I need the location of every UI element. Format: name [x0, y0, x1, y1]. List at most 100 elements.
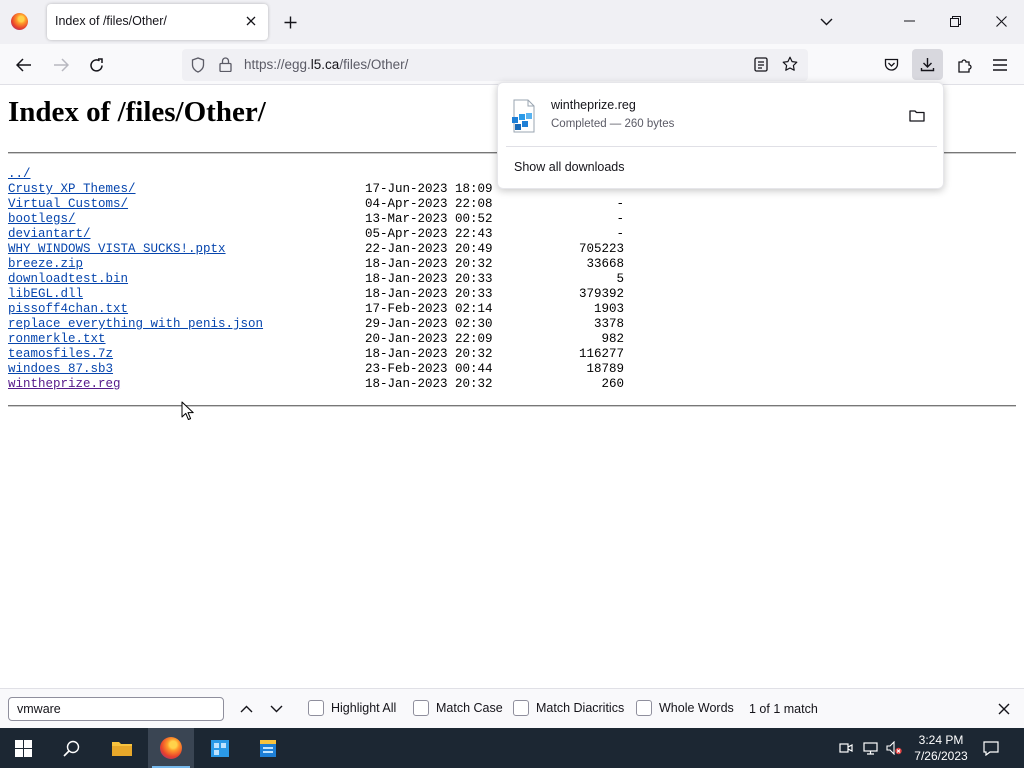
navigation-toolbar: https://egg.l5.ca/files/Other/	[0, 44, 1024, 85]
file-date: 23-Feb-2023 00:44	[365, 362, 493, 376]
file-link[interactable]: teamosfiles.7z	[8, 347, 113, 362]
show-all-downloads-button[interactable]: Show all downloads	[514, 160, 625, 174]
extensions-puzzle-icon[interactable]	[951, 52, 977, 78]
file-date: 17-Jun-2023 18:09	[365, 182, 493, 196]
meet-now-icon[interactable]	[838, 740, 854, 756]
file-link[interactable]: downloadtest.bin	[8, 272, 128, 287]
hamburger-menu-icon[interactable]	[987, 52, 1013, 78]
file-date: 05-Apr-2023 22:43	[365, 227, 493, 241]
directory-listing: ../ Crusty XP Themes/17-Jun-2023 18:09 - V…	[8, 167, 628, 392]
file-date: 22-Jan-2023 20:49	[365, 242, 493, 256]
file-date: 18-Jan-2023 20:32	[365, 257, 493, 271]
file-link[interactable]: ronmerkle.txt	[8, 332, 106, 347]
list-item: WHY WINDOWS VISTA SUCKS!.pptx 22-Jan-2023…	[8, 242, 628, 257]
pocket-icon[interactable]	[878, 52, 904, 78]
file-link[interactable]: pissoff4chan.txt	[8, 302, 128, 317]
reader-view-icon[interactable]	[754, 57, 768, 75]
registry-file-icon	[510, 99, 538, 133]
page-title: Index of /files/Other/	[8, 96, 266, 128]
list-item: Virtual Customs/04-Apr-2023 22:08 -	[8, 197, 628, 212]
open-folder-icon[interactable]	[906, 105, 928, 125]
url-domain: l5.ca	[310, 57, 340, 72]
new-tab-icon[interactable]	[280, 12, 300, 32]
downloads-button-icon[interactable]	[912, 49, 943, 80]
checkbox-label: Highlight All	[331, 701, 397, 715]
list-item: pissoff4chan.txt 17-Feb-2023 02:14 1903	[8, 302, 628, 317]
notifications-icon[interactable]	[983, 740, 999, 756]
highlight-all-checkbox[interactable]: Highlight All	[308, 700, 396, 716]
find-result-count: 1 of 1 match	[749, 702, 818, 716]
firefox-logo-icon[interactable]	[11, 13, 28, 30]
checkbox-box[interactable]	[308, 700, 324, 716]
file-size: -	[616, 227, 624, 241]
file-date: 20-Jan-2023 22:09	[365, 332, 493, 346]
checkbox-label: Match Diacritics	[536, 701, 625, 715]
file-link[interactable]: libEGL.dll	[8, 287, 83, 302]
tab-strip: Index of /files/Other/	[0, 0, 1024, 44]
file-link[interactable]: bootlegs/	[8, 212, 76, 227]
file-size: 982	[601, 332, 624, 346]
list-item: deviantart/05-Apr-2023 22:43 -	[8, 227, 628, 242]
tab-close-icon[interactable]	[242, 12, 260, 30]
list-item: windoes 87.sb3 23-Feb-2023 00:44 18789	[8, 362, 628, 377]
app-package-icon[interactable]	[245, 728, 291, 768]
download-file-name[interactable]: wintheprize.reg	[551, 98, 636, 112]
list-item: ronmerkle.txt 20-Jan-2023 22:09 982	[8, 332, 628, 347]
file-date: 29-Jan-2023 02:30	[365, 317, 493, 331]
list-item: teamosfiles.7z 18-Jan-2023 20:32 116277	[8, 347, 628, 362]
lock-icon[interactable]	[219, 57, 232, 75]
file-link[interactable]: breeze.zip	[8, 257, 83, 272]
reload-icon[interactable]	[83, 52, 109, 78]
list-all-tabs-icon[interactable]	[816, 12, 836, 32]
file-link[interactable]: windoes 87.sb3	[8, 362, 113, 377]
file-link[interactable]: deviantart/	[8, 227, 91, 242]
downloads-separator	[506, 146, 937, 147]
url-bar[interactable]: https://egg.l5.ca/files/Other/	[182, 49, 808, 81]
file-link[interactable]: wintheprize.reg	[8, 377, 121, 392]
file-link[interactable]: WHY WINDOWS VISTA SUCKS!.pptx	[8, 242, 226, 257]
firefox-taskbar-icon[interactable]	[148, 728, 194, 768]
list-item: downloadtest.bin 18-Jan-2023 20:33 5	[8, 272, 628, 287]
volume-muted-icon[interactable]	[886, 740, 902, 756]
whole-words-checkbox[interactable]: Whole Words	[636, 700, 734, 716]
checkbox-box[interactable]	[636, 700, 652, 716]
url-text[interactable]: https://egg.l5.ca/files/Other/	[244, 57, 408, 72]
find-bar: Highlight All Match Case Match Diacritic…	[0, 688, 1024, 728]
shield-icon[interactable]	[191, 57, 205, 76]
file-link[interactable]: replace everything with penis.json	[8, 317, 263, 332]
match-diacritics-checkbox[interactable]: Match Diacritics	[513, 700, 624, 716]
minimize-icon[interactable]	[896, 8, 922, 34]
tab-title: Index of /files/Other/	[55, 14, 167, 28]
parent-directory-link[interactable]: ../	[8, 167, 31, 182]
file-link[interactable]: Crusty XP Themes/	[8, 182, 136, 197]
system-clock[interactable]: 3:24 PM 7/26/2023	[908, 732, 974, 764]
find-input[interactable]	[8, 697, 224, 721]
checkbox-box[interactable]	[513, 700, 529, 716]
match-case-checkbox[interactable]: Match Case	[413, 700, 503, 716]
find-next-icon[interactable]	[265, 698, 287, 720]
restore-icon[interactable]	[942, 8, 968, 34]
file-date: 18-Jan-2023 20:32	[365, 377, 493, 391]
windows-taskbar: 3:24 PM 7/26/2023	[0, 728, 1024, 768]
file-explorer-icon[interactable]	[99, 728, 145, 768]
back-arrow-icon[interactable]	[11, 52, 37, 78]
file-date: 18-Jan-2023 20:33	[365, 287, 493, 301]
list-item: wintheprize.reg 18-Jan-2023 20:32 260	[8, 377, 628, 392]
clock-time: 3:24 PM	[918, 733, 964, 747]
close-window-icon[interactable]	[988, 8, 1014, 34]
forward-arrow-icon[interactable]	[48, 52, 74, 78]
close-find-bar-icon[interactable]	[993, 698, 1015, 720]
file-size: 379392	[578, 287, 624, 301]
app-cube-icon[interactable]	[197, 728, 243, 768]
file-link[interactable]: Virtual Customs/	[8, 197, 128, 212]
network-icon[interactable]	[862, 740, 878, 756]
tab-active[interactable]: Index of /files/Other/	[47, 4, 268, 40]
file-size: 18789	[586, 362, 624, 376]
checkbox-box[interactable]	[413, 700, 429, 716]
search-icon[interactable]	[48, 728, 94, 768]
bookmark-star-icon[interactable]	[782, 56, 798, 75]
file-date: 18-Jan-2023 20:33	[365, 272, 493, 286]
find-previous-icon[interactable]	[235, 698, 257, 720]
start-windows-icon[interactable]	[0, 728, 46, 768]
list-item: replace everything with penis.json 29-Jan…	[8, 317, 628, 332]
